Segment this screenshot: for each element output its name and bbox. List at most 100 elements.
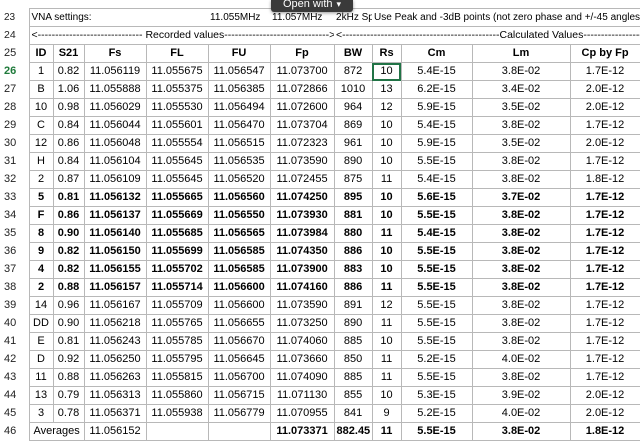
cell-s21[interactable]: 0.79	[52, 386, 85, 405]
cell-bw[interactable]: 855	[333, 386, 373, 405]
cell-fu[interactable]: 11.056494	[207, 98, 271, 117]
row-number[interactable]: 27	[0, 80, 30, 99]
row-number[interactable]: 28	[0, 98, 30, 117]
averages-label[interactable]: Averages	[28, 422, 85, 441]
row-number[interactable]: 26	[0, 62, 30, 81]
cell-bw[interactable]: 961	[333, 134, 373, 153]
cell-lm[interactable]: 3.8E-02	[471, 278, 571, 297]
cell-id[interactable]: E	[28, 332, 54, 351]
cell-cm[interactable]: 5.4E-15	[400, 170, 473, 189]
cell-fu[interactable]: 11.056715	[207, 386, 271, 405]
cell-fl[interactable]: 11.055714	[145, 278, 209, 297]
cell-s21[interactable]: 0.81	[52, 188, 85, 207]
cell-bw[interactable]: 964	[333, 98, 373, 117]
cell-fp[interactable]: 11.074090	[269, 368, 335, 387]
row-number[interactable]: 38	[0, 278, 30, 297]
cell-fu[interactable]: 11.056550	[207, 206, 271, 225]
cell-bw[interactable]: 891	[333, 296, 373, 315]
column-header-rs[interactable]: Rs	[371, 44, 402, 63]
cell-cm[interactable]: 5.3E-15	[400, 386, 473, 405]
column-header-fu[interactable]: FU	[207, 44, 271, 63]
cell-cp-by-fp[interactable]: 1.7E-12	[569, 206, 640, 225]
cell-rs[interactable]: 13	[371, 80, 402, 99]
recorded-values-label[interactable]: <------------------------------ Recorded…	[29, 26, 335, 45]
cell-fp[interactable]: 11.072455	[269, 170, 335, 189]
cell-s21[interactable]: 0.88	[52, 368, 85, 387]
cell-cp-by-fp[interactable]: 1.7E-12	[569, 368, 640, 387]
row-number[interactable]: 46	[0, 422, 30, 441]
column-header-id[interactable]: ID	[28, 44, 54, 63]
cell-rs[interactable]: 10	[371, 386, 402, 405]
cell-bw[interactable]: 850	[333, 350, 373, 369]
cell-fl[interactable]: 11.055860	[145, 386, 209, 405]
calculated-values-label[interactable]: <---------------------------------------…	[334, 26, 640, 45]
cell-fp[interactable]: 11.071130	[269, 386, 335, 405]
cell-cp-by-fp[interactable]: 1.7E-12	[569, 224, 640, 243]
cell-bw[interactable]: 885	[333, 368, 373, 387]
cell-cm[interactable]: 5.6E-15	[400, 188, 473, 207]
cell-fs[interactable]: 11.056044	[83, 116, 147, 135]
cell-rs[interactable]: 10	[371, 242, 402, 261]
row-number[interactable]: 42	[0, 350, 30, 369]
cell-fu[interactable]: 11.056585	[207, 260, 271, 279]
cell-bw[interactable]: 890	[333, 152, 373, 171]
cell-rs[interactable]: 9	[371, 404, 402, 423]
row-number[interactable]: 43	[0, 368, 30, 387]
cell-lm[interactable]: 3.8E-02	[471, 62, 571, 81]
column-header-s21[interactable]: S21	[52, 44, 85, 63]
cell-id[interactable]: 9	[28, 242, 54, 261]
avg-rs[interactable]: 11	[371, 422, 402, 441]
cell-fl[interactable]: 11.055795	[145, 350, 209, 369]
cell-cm[interactable]: 5.5E-15	[400, 242, 473, 261]
cell-bw[interactable]: 872	[333, 62, 373, 81]
cell-s21[interactable]: 0.98	[52, 98, 85, 117]
column-header-fp[interactable]: Fp	[269, 44, 335, 63]
cell-id[interactable]: 13	[28, 386, 54, 405]
cell-cp-by-fp[interactable]: 2.0E-12	[569, 404, 640, 423]
row-number[interactable]: 40	[0, 314, 30, 333]
vna-settings-label[interactable]: VNA settings:	[29, 8, 209, 27]
cell-rs[interactable]: 10	[371, 206, 402, 225]
cell-cm[interactable]: 5.4E-15	[400, 116, 473, 135]
cell-s21[interactable]: 0.87	[52, 170, 85, 189]
cell-fu[interactable]: 11.056547	[207, 62, 271, 81]
cell-fl[interactable]: 11.055645	[145, 170, 209, 189]
cell-lm[interactable]: 3.8E-02	[471, 224, 571, 243]
cell-id[interactable]: 12	[28, 134, 54, 153]
cell-bw[interactable]: 875	[333, 170, 373, 189]
cell-s21[interactable]: 0.92	[52, 350, 85, 369]
cell-fs[interactable]: 11.056371	[83, 404, 147, 423]
cell-fl[interactable]: 11.055785	[145, 332, 209, 351]
row-number[interactable]: 25	[0, 44, 30, 63]
spreadsheet-grid[interactable]: 23 VNA settings: 11.055MHz 11.057MHz 2kH…	[0, 8, 640, 441]
cell-fl[interactable]: 11.055675	[145, 62, 209, 81]
cell-fs[interactable]: 11.056109	[83, 170, 147, 189]
cell-fs[interactable]: 11.056243	[83, 332, 147, 351]
cell-id[interactable]: 3	[28, 404, 54, 423]
cell-cm[interactable]: 5.5E-15	[400, 314, 473, 333]
cell-cp-by-fp[interactable]: 1.7E-12	[569, 314, 640, 333]
cell-cp-by-fp[interactable]: 2.0E-12	[569, 80, 640, 99]
cell-bw[interactable]: 885	[333, 332, 373, 351]
cell-fp[interactable]: 11.072600	[269, 98, 335, 117]
cell-cp-by-fp[interactable]: 1.7E-12	[569, 116, 640, 135]
cell-id[interactable]: F	[28, 206, 54, 225]
cell-fu[interactable]: 11.056565	[207, 224, 271, 243]
cell-id[interactable]: 11	[28, 368, 54, 387]
row-number[interactable]: 32	[0, 170, 30, 189]
cell-lm[interactable]: 3.8E-02	[471, 332, 571, 351]
cell-fu[interactable]: 11.056470	[207, 116, 271, 135]
row-number[interactable]: 33	[0, 188, 30, 207]
cell-cm[interactable]: 5.2E-15	[400, 404, 473, 423]
avg-cp-by-fp[interactable]: 1.8E-12	[569, 422, 640, 441]
cell-fp[interactable]: 11.070955	[269, 404, 335, 423]
avg-fu[interactable]	[207, 422, 271, 441]
cell-bw[interactable]: 890	[333, 314, 373, 333]
cell-fp[interactable]: 11.073250	[269, 314, 335, 333]
cell-fs[interactable]: 11.056150	[83, 242, 147, 261]
column-header-cp-by-fp[interactable]: Cp by Fp	[569, 44, 640, 63]
cell-cp-by-fp[interactable]: 1.7E-12	[569, 260, 640, 279]
cell-rs[interactable]: 11	[371, 368, 402, 387]
vna-freq-start[interactable]: 11.055MHz	[208, 8, 271, 27]
cell-cm[interactable]: 5.2E-15	[400, 350, 473, 369]
